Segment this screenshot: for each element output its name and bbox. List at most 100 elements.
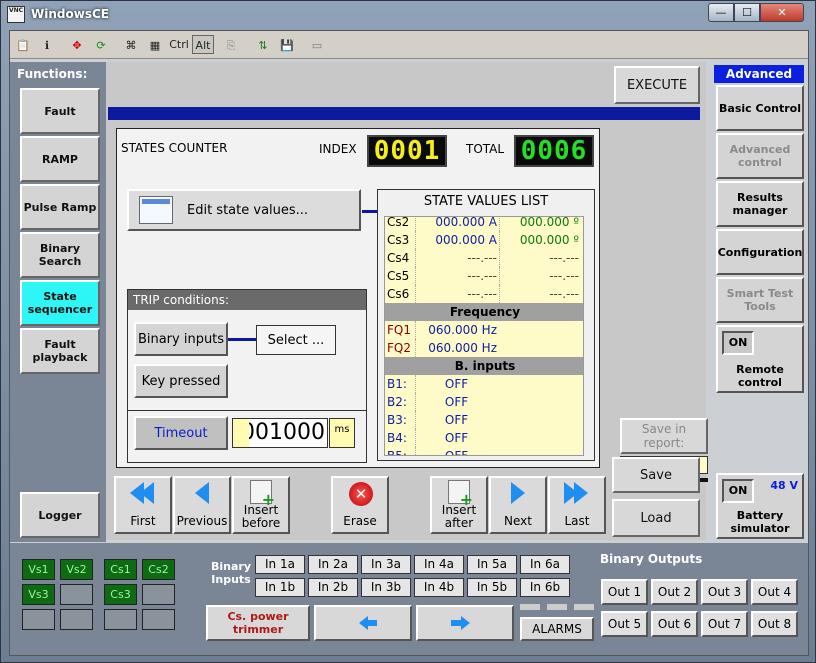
ctrl-key-button[interactable]: Ctrl [168, 35, 190, 54]
led-cs2: Cs2 [142, 559, 175, 580]
function-fault-playback-button[interactable]: Fault playback [20, 328, 100, 374]
first-state-button[interactable]: First [114, 476, 172, 534]
list-item: FQ1 060.000 Hz [387, 321, 497, 339]
remote-on-indicator: ON [722, 331, 754, 355]
binary-input-2a: In 2a [308, 555, 358, 574]
full-screen-icon[interactable]: ✥ [68, 35, 86, 54]
function-fault-button[interactable]: Fault [20, 88, 100, 134]
save-icon[interactable]: 💾 [278, 35, 296, 54]
list-item: FQ2 060.000 Hz [387, 339, 497, 357]
load-button[interactable]: Load [612, 499, 700, 537]
trip-conditions-header: TRIP conditions: [128, 290, 366, 310]
configuration-button[interactable]: Configuration [716, 229, 804, 275]
copy-clipboard-icon[interactable]: ⎘ [222, 35, 240, 54]
insert-after-button[interactable]: Insert after [430, 476, 488, 534]
timeout-value-field[interactable]: 001000 [232, 418, 328, 448]
smart-test-tools-button[interactable]: Smart Test Tools [716, 277, 804, 323]
last-state-button[interactable]: Last [548, 476, 606, 534]
key-pressed-button[interactable]: Key pressed [134, 364, 228, 398]
right-arrow-icon [450, 616, 470, 630]
led-empty [22, 609, 55, 630]
close-button[interactable]: ✕ [760, 3, 804, 22]
erase-state-button[interactable]: ✕ Erase [331, 476, 389, 534]
binary-input-4b: In 4b [414, 578, 464, 597]
minimize-button[interactable]: — [708, 3, 734, 22]
led-empty [60, 609, 93, 630]
function-state-sequencer-button[interactable]: State sequencer [20, 280, 100, 326]
advanced-control-button[interactable]: Advanced control [716, 133, 804, 179]
binary-output-5[interactable]: Out 5 [601, 611, 648, 637]
total-display: 0006 [514, 135, 594, 167]
ctrl-alt-del-icon[interactable]: ⌘ [122, 35, 140, 54]
binary-output-7[interactable]: Out 7 [701, 611, 748, 637]
remote-control-label: Remote control [736, 363, 784, 389]
binary-output-2[interactable]: Out 2 [651, 579, 698, 605]
alt-key-button[interactable]: Alt [192, 35, 214, 54]
save-in-report-button[interactable]: Save in report: [620, 418, 708, 454]
binary-output-3[interactable]: Out 3 [701, 579, 748, 605]
function-binary-search-button[interactable]: Binary Search [20, 232, 100, 278]
double-right-arrow-icon [564, 482, 590, 504]
binary-input-3a: In 3a [361, 555, 411, 574]
select-button[interactable]: Select ... [256, 325, 336, 355]
connection-options-icon[interactable]: 📋 [14, 35, 32, 54]
edit-form-icon [139, 196, 173, 224]
led-vs1: Vs1 [22, 559, 55, 580]
separator [128, 410, 366, 411]
results-manager-button[interactable]: Results manager [716, 181, 804, 227]
alarms-button[interactable]: ALARMS [520, 617, 594, 641]
led-vs3: Vs3 [22, 584, 55, 605]
connector-line [228, 338, 256, 341]
start-menu-icon[interactable]: ▦ [146, 35, 164, 54]
insert-before-button[interactable]: Insert before [232, 476, 290, 534]
left-arrow-icon [189, 482, 215, 504]
connection-info-icon[interactable]: ℹ [38, 35, 56, 54]
edit-state-values-button[interactable]: Edit state values... [127, 189, 361, 231]
timeout-button[interactable]: Timeout [134, 416, 228, 450]
vnc-app-icon: VNC [7, 6, 25, 23]
next-page-button[interactable] [416, 605, 514, 641]
left-arrow-icon [358, 616, 377, 630]
function-pulse-ramp-button[interactable]: Pulse Ramp [20, 184, 100, 230]
advanced-label: Advanced [714, 65, 804, 83]
title-bar: VNC WindowsCE — ☐ ✕ [1, 1, 815, 29]
refresh-icon[interactable]: ⟳ [92, 35, 110, 54]
alarm-indicator [574, 604, 594, 610]
cs-power-trimmer-button[interactable]: Cs. power trimmer [206, 605, 310, 641]
function-ramp-button[interactable]: RAMP [20, 136, 100, 182]
execute-button[interactable]: EXECUTE [614, 66, 700, 104]
led-vs2: Vs2 [60, 559, 93, 580]
states-counter-title: STATES COUNTER [121, 141, 228, 155]
state-values-list[interactable]: Cs2 000.000 A 000.000 º Cs3 000.000 A 000.00… [384, 216, 584, 456]
led-empty [104, 609, 137, 630]
next-state-button[interactable]: Next [489, 476, 547, 534]
list-item: Cs5 ---.--- ---.--- [387, 267, 579, 285]
binary-input-6b: In 6b [520, 578, 570, 597]
binary-output-1[interactable]: Out 1 [601, 579, 648, 605]
index-label: INDEX [319, 142, 357, 156]
basic-control-button[interactable]: Basic Control [716, 85, 804, 131]
save-button[interactable]: Save [612, 457, 700, 493]
double-left-arrow-icon [130, 482, 156, 504]
remote-control-button[interactable]: ON Remote control [716, 325, 804, 393]
binary-output-4[interactable]: Out 4 [751, 579, 798, 605]
binary-inputs-section-header: B. inputs [385, 357, 583, 375]
disconnect-icon[interactable]: ▭ [308, 35, 326, 54]
logger-button[interactable]: Logger [20, 492, 100, 538]
battery-simulator-button[interactable]: ON 48 V Battery simulator [716, 473, 804, 539]
list-item: Cs4 ---.--- ---.--- [387, 249, 579, 267]
previous-state-button[interactable]: Previous [173, 476, 231, 534]
binary-output-6[interactable]: Out 6 [651, 611, 698, 637]
window-title: WindowsCE [31, 7, 109, 21]
states-frame: STATES COUNTER INDEX 0001 TOTAL 0006 Edi… [116, 128, 600, 468]
previous-page-button[interactable] [314, 605, 412, 641]
erase-x-icon: ✕ [349, 482, 373, 506]
state-values-list-title: STATE VALUES LIST [423, 194, 549, 209]
list-item: B5: OFF [385, 447, 583, 455]
alarm-indicator [520, 604, 540, 610]
binary-output-8[interactable]: Out 8 [751, 611, 798, 637]
maximize-button[interactable]: ☐ [734, 3, 760, 22]
transfer-files-icon[interactable]: ⇅ [254, 35, 272, 54]
battery-simulator-label: Battery simulator [730, 509, 790, 535]
binary-inputs-button[interactable]: Binary inputs [134, 322, 228, 356]
